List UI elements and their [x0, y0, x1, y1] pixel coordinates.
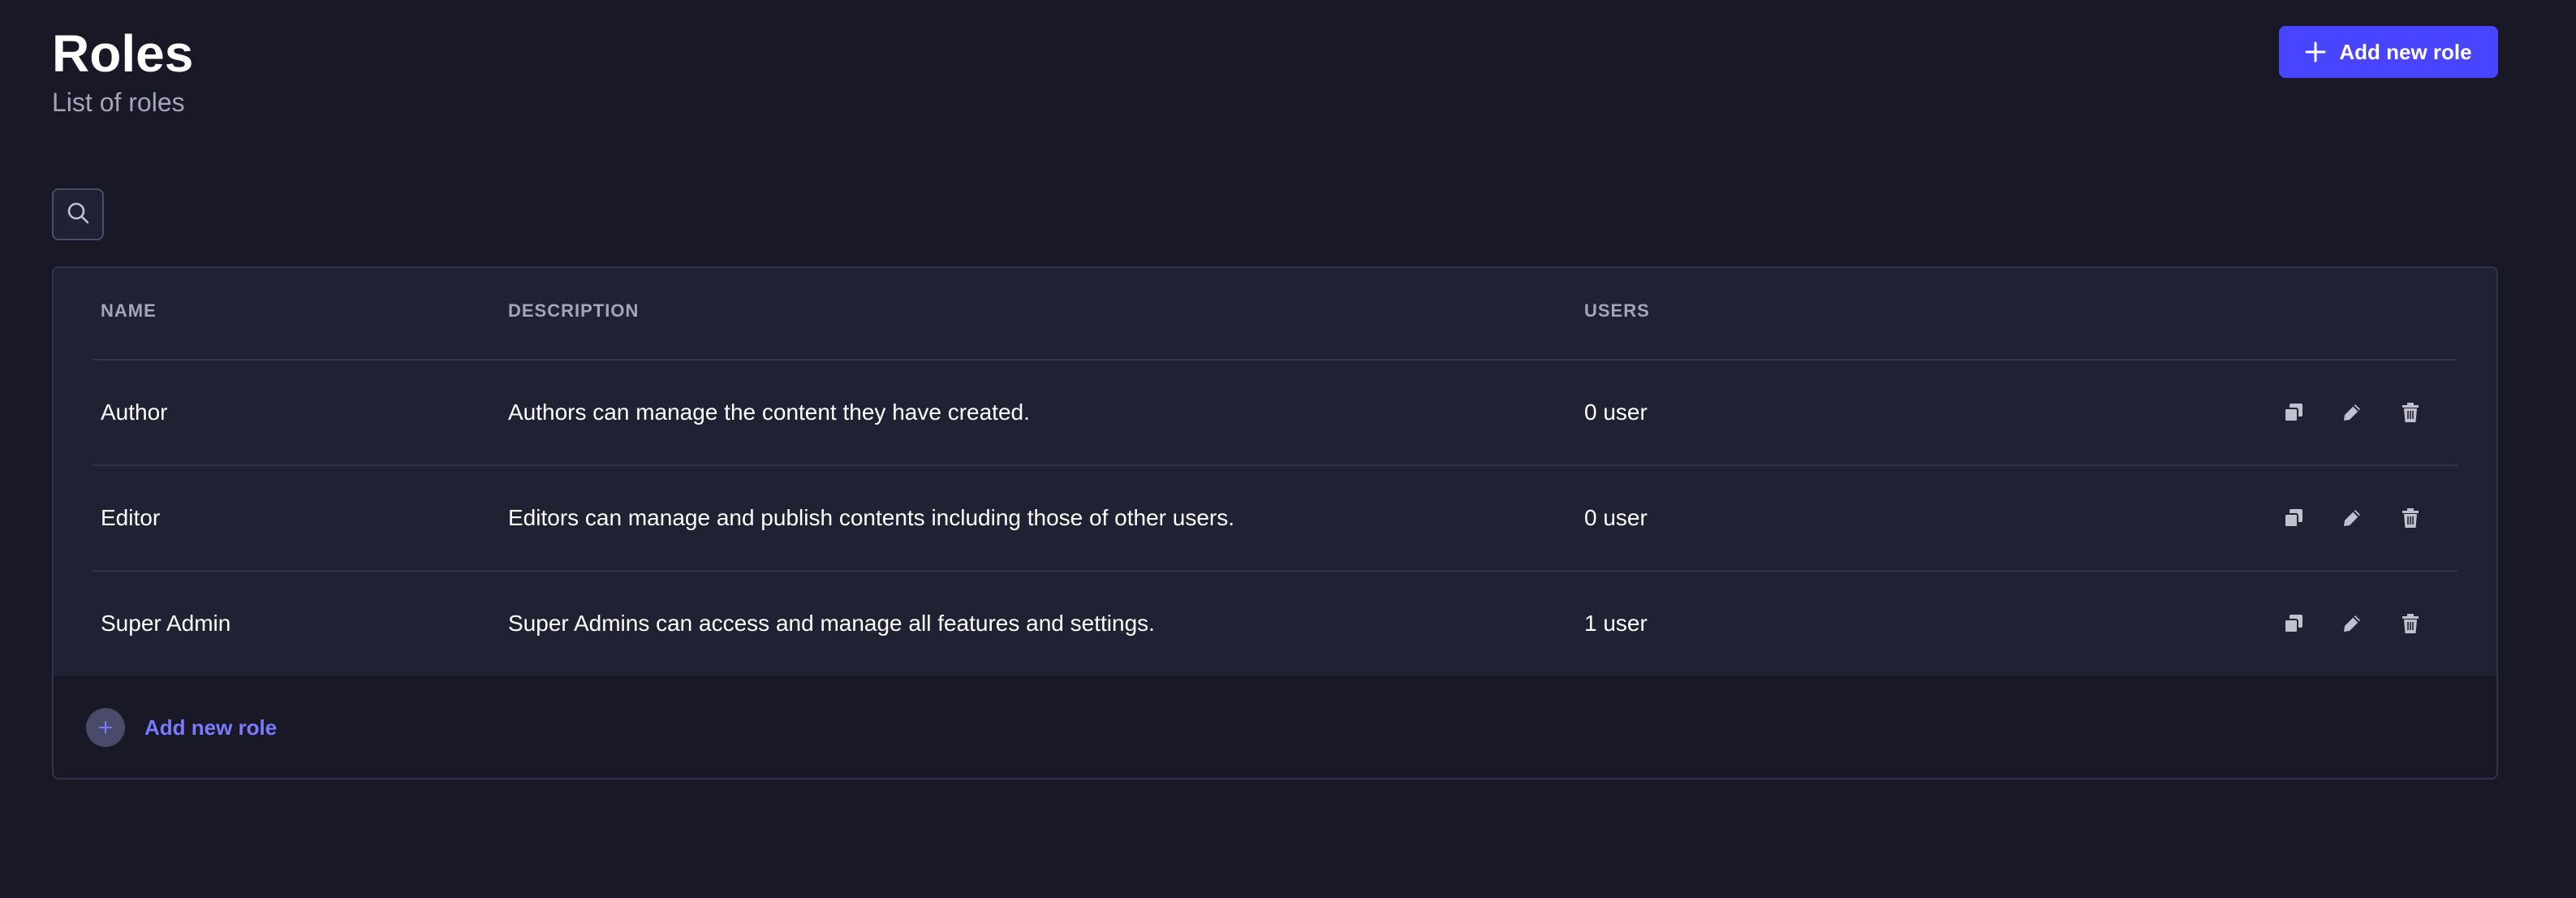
- duplicate-icon[interactable]: [2279, 609, 2308, 638]
- roles-table: NAME DESCRIPTION USERS Author Authors ca…: [52, 266, 2498, 779]
- plus-circle-icon: [86, 708, 125, 747]
- page-title: Roles: [52, 24, 194, 83]
- pencil-icon[interactable]: [2337, 503, 2367, 533]
- add-new-role-row[interactable]: Add new role: [54, 676, 2496, 778]
- search-icon: [66, 201, 90, 229]
- row-actions: [2279, 360, 2425, 464]
- trash-icon[interactable]: [2396, 398, 2425, 427]
- role-users-count: 0 user: [1584, 505, 1648, 530]
- add-new-role-button[interactable]: Add new role: [2279, 26, 2498, 78]
- column-header-users: USERS: [1584, 300, 1650, 321]
- table-row[interactable]: Super Admin Super Admins can access and …: [93, 572, 2458, 676]
- row-actions: [2279, 572, 2425, 676]
- trash-icon[interactable]: [2396, 609, 2425, 638]
- table-row[interactable]: Author Authors can manage the content th…: [93, 360, 2458, 466]
- role-description: Super Admins can access and manage all f…: [508, 611, 1155, 636]
- duplicate-icon[interactable]: [2279, 503, 2308, 533]
- pencil-icon[interactable]: [2337, 398, 2367, 427]
- page-header: Roles List of roles: [52, 23, 193, 119]
- role-users-count: 1 user: [1584, 611, 1648, 636]
- page-subtitle: List of roles: [52, 88, 185, 117]
- role-users-count: 0 user: [1584, 399, 1648, 425]
- role-name: Super Admin: [101, 611, 231, 636]
- pencil-icon[interactable]: [2337, 609, 2367, 638]
- plus-icon: [2305, 41, 2326, 63]
- roles-page: Roles List of roles Add new role NAME DE…: [0, 0, 2576, 898]
- role-description: Editors can manage and publish contents …: [508, 505, 1235, 530]
- add-new-role-label: Add new role: [2339, 39, 2472, 64]
- table-body: NAME DESCRIPTION USERS Author Authors ca…: [54, 268, 2496, 676]
- table-row[interactable]: Editor Editors can manage and publish co…: [93, 466, 2458, 572]
- duplicate-icon[interactable]: [2279, 398, 2308, 427]
- column-header-description: DESCRIPTION: [508, 300, 640, 321]
- add-new-role-link[interactable]: Add new role: [144, 715, 277, 740]
- table-header: NAME DESCRIPTION USERS: [93, 268, 2458, 360]
- role-name: Editor: [101, 505, 161, 530]
- trash-icon[interactable]: [2396, 503, 2425, 533]
- role-name: Author: [101, 399, 168, 425]
- column-header-name: NAME: [101, 300, 157, 321]
- role-description: Authors can manage the content they have…: [508, 399, 1030, 425]
- search-button[interactable]: [52, 188, 104, 240]
- row-actions: [2279, 466, 2425, 570]
